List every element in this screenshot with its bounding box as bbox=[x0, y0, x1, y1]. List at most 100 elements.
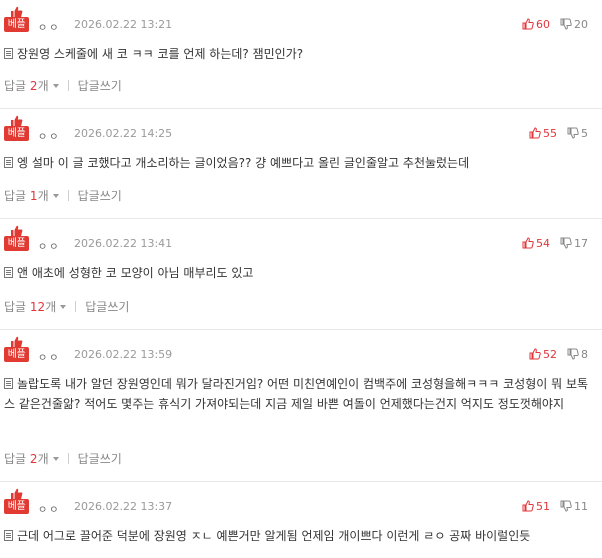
reply-toggle[interactable]: 답글 1개 bbox=[4, 189, 59, 203]
comment-text: 엥 설마 이 글 코했다고 개소리하는 글이었음?? 걍 예쁘다고 올린 글인줄… bbox=[17, 156, 470, 170]
thumbs-up-icon bbox=[522, 18, 536, 31]
comment-meta: 베플 ㅇㅇ 2026.02.22 13:21 60 20 bbox=[4, 6, 588, 36]
downvote-count: 11 bbox=[574, 500, 588, 513]
comment-actions: 답글 2개 답글쓰기 bbox=[4, 450, 122, 467]
dropdown-arrow-icon bbox=[52, 84, 59, 88]
comment-meta: 베플 ㅇㅇ 2026.02.22 13:59 52 8 bbox=[4, 336, 588, 366]
badge-label: 베플 bbox=[4, 347, 29, 362]
reply-count: 2 bbox=[29, 452, 38, 466]
badge-label: 베플 bbox=[4, 126, 29, 141]
thumbs-down-icon bbox=[567, 348, 581, 361]
comment-list: 베플 ㅇㅇ 2026.02.22 13:21 60 20 장원영 스케줄에 새 코 ㅋㅋ … bbox=[0, 0, 602, 558]
dropdown-arrow-icon bbox=[60, 305, 67, 309]
comment-meta: 베플 ㅇㅇ 2026.02.22 13:41 54 17 bbox=[4, 225, 588, 255]
upvote-button[interactable]: 60 bbox=[522, 18, 550, 31]
document-icon bbox=[4, 378, 13, 389]
dropdown-arrow-icon bbox=[52, 457, 59, 461]
reply-count: 12 bbox=[29, 300, 46, 314]
thumbs-up-icon bbox=[529, 127, 543, 140]
write-reply-button[interactable]: 답글쓰기 bbox=[78, 452, 122, 466]
thumbs-up-icon bbox=[522, 500, 536, 513]
comment-text: 앤 애초에 성형한 코 모양이 아님 매부리도 있고 bbox=[17, 266, 254, 280]
comment-body: 장원영 스케줄에 새 코 ㅋㅋ 코를 언제 하는데? 잼민인가? bbox=[4, 44, 592, 64]
vote-area: 54 17 bbox=[522, 237, 588, 250]
comment-date: 2026.02.22 14:25 bbox=[74, 127, 173, 140]
comment-body: 근데 어그로 끌어준 덕분에 장원영 ㅈㄴ 예쁜거만 알게됨 언제임 개이쁘다 … bbox=[4, 526, 592, 546]
upvote-button[interactable]: 55 bbox=[529, 127, 557, 140]
downvote-button[interactable]: 8 bbox=[567, 348, 588, 361]
reply-label: 답글 bbox=[4, 452, 27, 466]
reply-unit: 개 bbox=[45, 300, 57, 314]
downvote-button[interactable]: 11 bbox=[560, 500, 588, 513]
divider bbox=[67, 80, 69, 91]
reply-toggle[interactable]: 답글 12개 bbox=[4, 300, 67, 314]
badge-label: 베플 bbox=[4, 236, 29, 251]
best-comment-badge: 베플 bbox=[4, 6, 30, 36]
downvote-count: 5 bbox=[581, 127, 588, 140]
author-nickname[interactable]: ㅇㅇ bbox=[38, 501, 60, 516]
upvote-count: 55 bbox=[543, 127, 557, 140]
best-comment-badge: 베플 bbox=[4, 488, 30, 518]
divider bbox=[67, 453, 69, 464]
comment-text: 근데 어그로 끌어준 덕분에 장원영 ㅈㄴ 예쁜거만 알게됨 언제임 개이쁘다 … bbox=[17, 529, 531, 543]
downvote-button[interactable]: 5 bbox=[567, 127, 588, 140]
upvote-count: 51 bbox=[536, 500, 550, 513]
thumbs-up-icon bbox=[529, 348, 543, 361]
badge-label: 베플 bbox=[4, 17, 29, 32]
comment: 베플 ㅇㅇ 2026.02.22 13:59 52 8 놀랍도록 내가 알던 장원영인데 … bbox=[0, 330, 602, 482]
write-reply-button[interactable]: 답글쓰기 bbox=[85, 300, 129, 314]
reply-label: 답글 bbox=[4, 300, 27, 314]
downvote-button[interactable]: 17 bbox=[560, 237, 588, 250]
comment: 베플 ㅇㅇ 2026.02.22 13:37 51 11 근데 어그로 끌어준 덕분에 장… bbox=[0, 482, 602, 558]
author-nickname[interactable]: ㅇㅇ bbox=[38, 128, 60, 143]
author-nickname[interactable]: ㅇㅇ bbox=[38, 19, 60, 34]
comment-date: 2026.02.22 13:59 bbox=[74, 348, 173, 361]
thumbs-down-icon bbox=[560, 18, 574, 31]
reply-count: 2 bbox=[29, 79, 38, 93]
author-nickname[interactable]: ㅇㅇ bbox=[38, 238, 60, 253]
comment-text: 장원영 스케줄에 새 코 ㅋㅋ 코를 언제 하는데? 잼민인가? bbox=[17, 47, 304, 61]
best-comment-badge: 베플 bbox=[4, 336, 30, 366]
reply-unit: 개 bbox=[37, 452, 49, 466]
thumbs-down-icon bbox=[567, 127, 581, 140]
downvote-button[interactable]: 20 bbox=[560, 18, 588, 31]
reply-unit: 개 bbox=[37, 189, 49, 203]
upvote-count: 52 bbox=[543, 348, 557, 361]
divider bbox=[75, 301, 77, 312]
comment: 베플 ㅇㅇ 2026.02.22 13:41 54 17 앤 애초에 성형한 코 모양이 … bbox=[0, 219, 602, 330]
write-reply-button[interactable]: 답글쓰기 bbox=[78, 79, 122, 93]
vote-area: 55 5 bbox=[529, 127, 588, 140]
vote-area: 60 20 bbox=[522, 18, 588, 31]
vote-area: 52 8 bbox=[529, 348, 588, 361]
reply-toggle[interactable]: 답글 2개 bbox=[4, 452, 59, 466]
upvote-button[interactable]: 52 bbox=[529, 348, 557, 361]
upvote-button[interactable]: 54 bbox=[522, 237, 550, 250]
reply-toggle[interactable]: 답글 2개 bbox=[4, 79, 59, 93]
write-reply-button[interactable]: 답글쓰기 bbox=[78, 189, 122, 203]
downvote-count: 20 bbox=[574, 18, 588, 31]
comment-actions: 답글 1개 답글쓰기 bbox=[4, 187, 122, 204]
best-comment-badge: 베플 bbox=[4, 225, 30, 255]
comment-date: 2026.02.22 13:41 bbox=[74, 237, 173, 250]
badge-label: 베플 bbox=[4, 499, 29, 514]
reply-label: 답글 bbox=[4, 79, 27, 93]
upvote-button[interactable]: 51 bbox=[522, 500, 550, 513]
upvote-count: 54 bbox=[536, 237, 550, 250]
reply-label: 답글 bbox=[4, 189, 27, 203]
comment-meta: 베플 ㅇㅇ 2026.02.22 13:37 51 11 bbox=[4, 488, 588, 518]
comment-date: 2026.02.22 13:37 bbox=[74, 500, 173, 513]
divider bbox=[67, 190, 69, 201]
reply-unit: 개 bbox=[37, 79, 49, 93]
thumbs-down-icon bbox=[560, 237, 574, 250]
author-nickname[interactable]: ㅇㅇ bbox=[38, 349, 60, 364]
comment-date: 2026.02.22 13:21 bbox=[74, 18, 173, 31]
best-comment-badge: 베플 bbox=[4, 115, 30, 145]
comment: 베플 ㅇㅇ 2026.02.22 14:25 55 5 엥 설마 이 글 코했다고 개소리… bbox=[0, 109, 602, 219]
comment: 베플 ㅇㅇ 2026.02.22 13:21 60 20 장원영 스케줄에 새 코 ㅋㅋ … bbox=[0, 0, 602, 109]
document-icon bbox=[4, 48, 13, 59]
comment-text: 놀랍도록 내가 알던 장원영인데 뭐가 달라진거임? 어떤 미친연예인이 컴백주… bbox=[4, 377, 589, 411]
upvote-count: 60 bbox=[536, 18, 550, 31]
comment-actions: 답글 2개 답글쓰기 bbox=[4, 77, 122, 94]
comment-body: 엥 설마 이 글 코했다고 개소리하는 글이었음?? 걍 예쁘다고 올린 글인줄… bbox=[4, 153, 592, 173]
comment-actions: 답글 12개 답글쓰기 bbox=[4, 298, 129, 315]
